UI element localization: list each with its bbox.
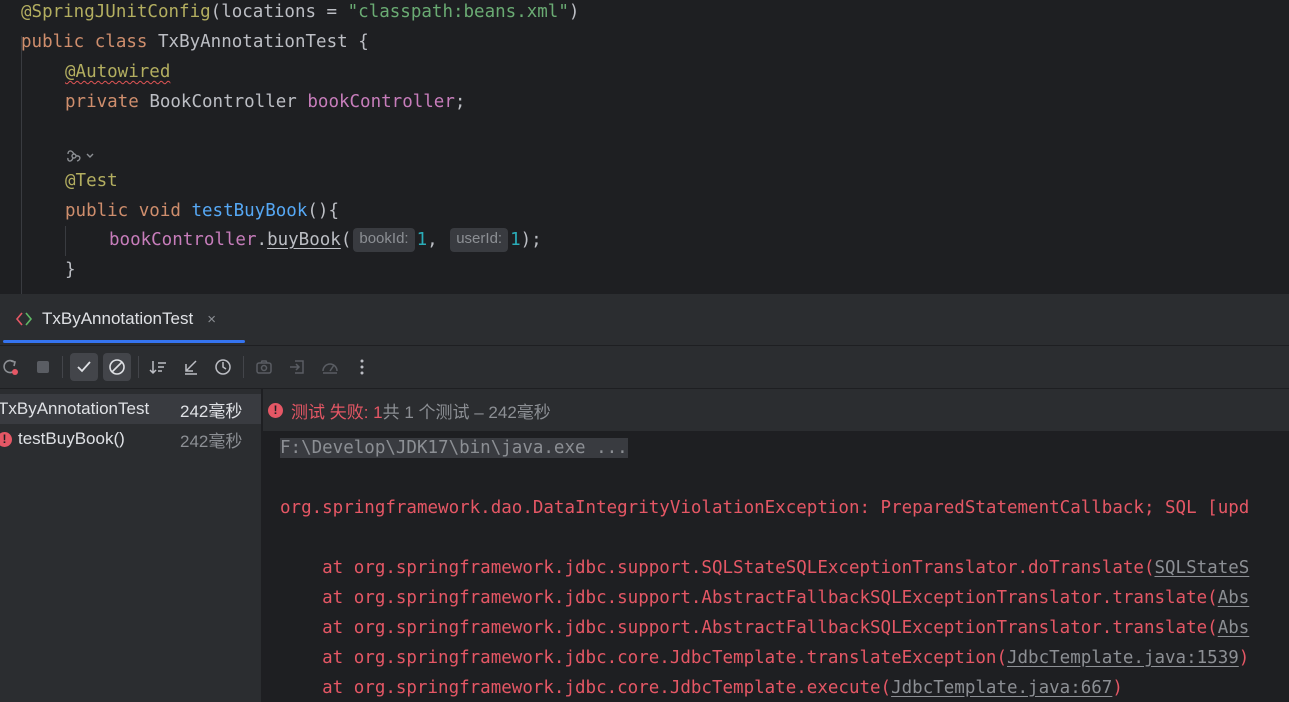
stack-frame: at org.springframework.jdbc.core.JdbcTem… bbox=[280, 648, 1250, 668]
show-ignored-icon[interactable] bbox=[103, 353, 131, 381]
source-link[interactable]: JdbcTemplate.java:1539 bbox=[1007, 648, 1239, 668]
collapse-icon[interactable] bbox=[177, 353, 205, 381]
source-link[interactable]: JdbcTemplate.java:667 bbox=[891, 678, 1112, 698]
stack-frame: at org.springframework.jdbc.support.SQLS… bbox=[280, 558, 1250, 578]
indent-guide bbox=[21, 36, 22, 294]
annotation-token: @Test bbox=[65, 171, 118, 191]
rerun-failed-icon[interactable] bbox=[0, 353, 24, 381]
tab-label: TxByAnnotationTest bbox=[42, 309, 194, 328]
test-config-icon bbox=[15, 312, 33, 326]
chevron-down-icon bbox=[86, 153, 94, 158]
tree-item-label: TxByAnnotationTest bbox=[0, 399, 150, 418]
test-results-tree[interactable]: TxByAnnotationTest 242毫秒 ! testBuyBook()… bbox=[0, 389, 262, 702]
close-icon[interactable]: × bbox=[207, 311, 216, 328]
toolbar-separator bbox=[138, 356, 139, 378]
code-line-4: private BookController bookController; bbox=[65, 92, 466, 112]
code-line-7: public void testBuyBook(){ bbox=[65, 201, 339, 221]
status-summary: 共 1 个测试 – 242毫秒 bbox=[382, 402, 551, 422]
sort-duration-icon[interactable] bbox=[209, 353, 237, 381]
tab-active-indicator bbox=[3, 340, 245, 343]
import-icon[interactable] bbox=[283, 353, 311, 381]
tab-run-config[interactable]: TxByAnnotationTest × bbox=[14, 302, 216, 336]
code-line-9: } bbox=[65, 260, 76, 280]
stack-frame: at org.springframework.jdbc.support.Abst… bbox=[280, 618, 1250, 638]
class-name: TxByAnnotationTest bbox=[158, 32, 348, 52]
stack-frame: at org.springframework.jdbc.core.JdbcTem… bbox=[280, 678, 1123, 698]
stop-icon[interactable] bbox=[29, 353, 57, 381]
run-tool-window-header: TxByAnnotationTest × bbox=[0, 294, 1289, 346]
annotation-token: @SpringJUnitConfig bbox=[21, 2, 211, 22]
string-token: "classpath:beans.xml" bbox=[347, 2, 569, 22]
error-icon: ! bbox=[268, 402, 283, 418]
stack-frame: at org.springframework.jdbc.support.Abst… bbox=[280, 588, 1250, 608]
test-toolbar bbox=[0, 346, 1289, 389]
source-link[interactable]: SQLStateS bbox=[1154, 558, 1249, 578]
screenshot-icon[interactable] bbox=[250, 353, 278, 381]
method-call: buyBook bbox=[267, 230, 341, 250]
code-line-8: bookController.buyBook(bookId: 1, userId:… bbox=[109, 228, 542, 252]
source-link[interactable]: Abs bbox=[1218, 588, 1250, 608]
console-command-line[interactable]: F:\Develop\JDK17\bin\java.exe ... bbox=[280, 433, 628, 463]
test-status-bar: ! 测试 失败: 1 共 1 个测试 – 242毫秒 bbox=[263, 389, 1289, 431]
source-link[interactable]: Abs bbox=[1218, 618, 1250, 638]
code-editor[interactable]: @SpringJUnitConfig(locations = "classpat… bbox=[0, 0, 1289, 294]
more-icon[interactable] bbox=[348, 353, 376, 381]
code-line-3: @Autowired bbox=[65, 60, 170, 90]
annotation-token: @Autowired bbox=[65, 62, 171, 82]
toolbar-separator bbox=[62, 356, 63, 378]
error-icon: ! bbox=[0, 431, 12, 447]
field-token: bookController bbox=[307, 92, 455, 112]
code-line-6: @Test bbox=[65, 169, 118, 199]
parameter-hint: userId: bbox=[450, 228, 509, 252]
fan-icon bbox=[67, 150, 94, 162]
toolbar-separator bbox=[243, 356, 244, 378]
method-name: testBuyBook bbox=[191, 201, 308, 221]
show-passed-icon[interactable] bbox=[70, 353, 98, 381]
tree-item-time: 242毫秒 bbox=[180, 401, 243, 421]
code-line-1: @SpringJUnitConfig(locations = "classpat… bbox=[21, 2, 580, 22]
coverage-icon[interactable] bbox=[316, 353, 344, 381]
tree-item-test[interactable]: ! testBuyBook() 242毫秒 bbox=[0, 424, 261, 454]
console-exception-line: org.springframework.dao.DataIntegrityVio… bbox=[280, 498, 1250, 518]
status-failed: 测试 失败: 1 bbox=[291, 402, 383, 422]
parameter-hint: bookId: bbox=[353, 228, 415, 252]
sort-alpha-icon[interactable] bbox=[145, 353, 173, 381]
console-output[interactable]: F:\Develop\JDK17\bin\java.exe ... org.sp… bbox=[263, 431, 1289, 702]
tree-item-label: testBuyBook() bbox=[18, 429, 125, 448]
code-line-2: public class TxByAnnotationTest { bbox=[21, 32, 369, 52]
indent-guide bbox=[65, 226, 66, 256]
tree-item-time: 242毫秒 bbox=[180, 431, 243, 451]
run-gutter-icon[interactable] bbox=[65, 146, 101, 166]
tree-item-root[interactable]: TxByAnnotationTest 242毫秒 bbox=[0, 394, 261, 424]
